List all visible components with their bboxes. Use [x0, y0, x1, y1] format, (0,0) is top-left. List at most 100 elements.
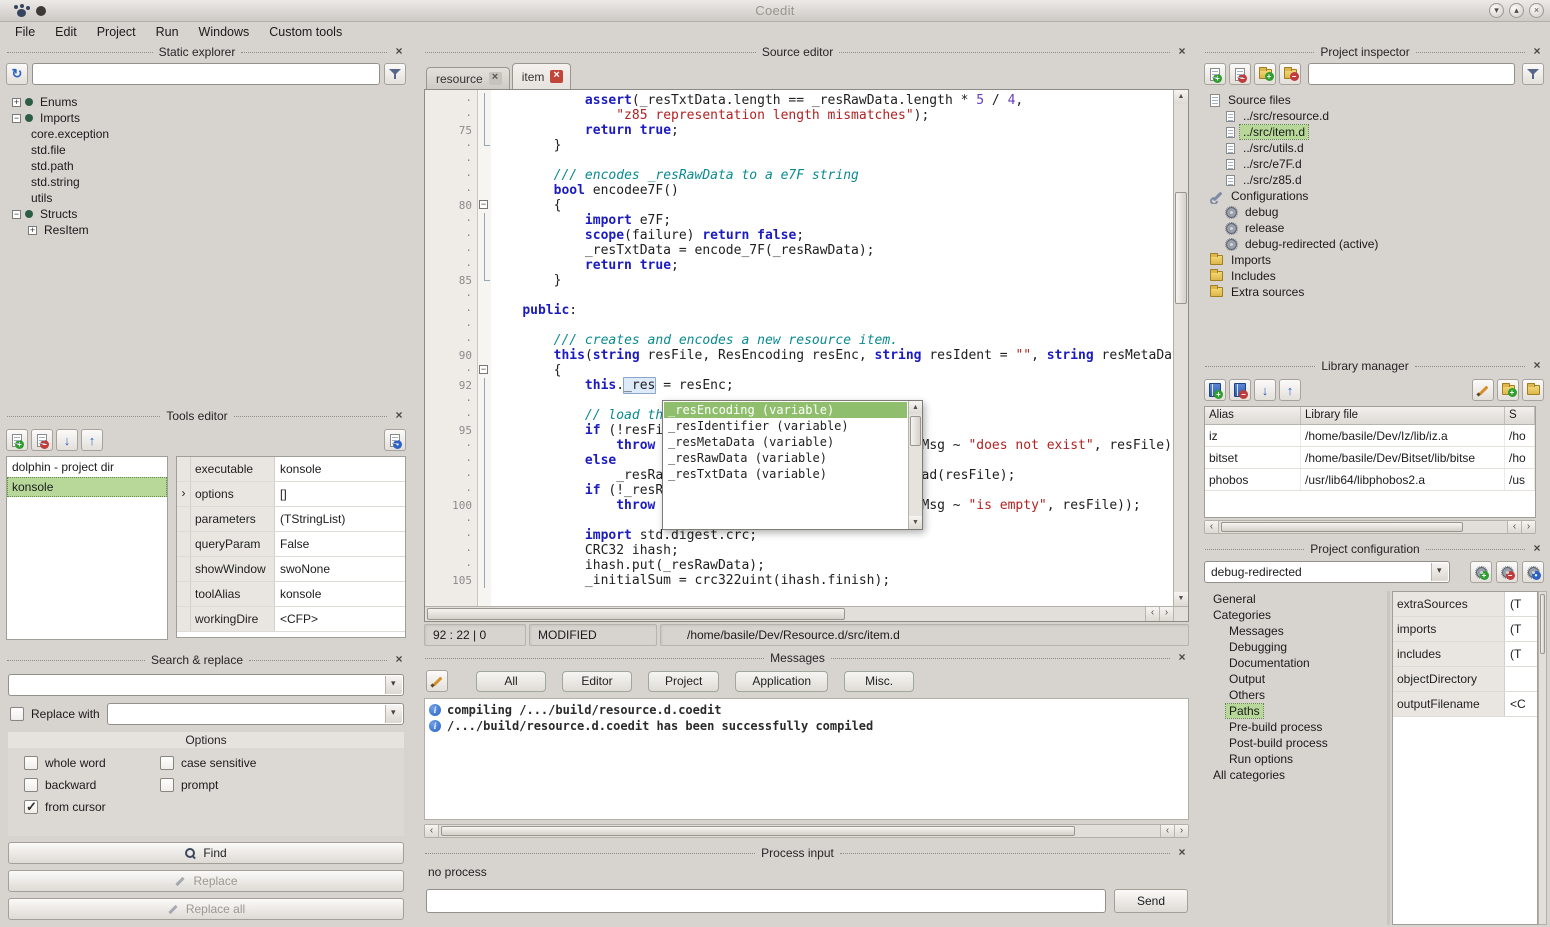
completion-item[interactable]: _resEncoding (variable) — [664, 402, 907, 418]
close-panel-icon[interactable] — [393, 46, 405, 58]
scrollbar-track[interactable] — [439, 825, 1160, 837]
fold-margin[interactable] — [478, 438, 491, 453]
scrollbar-track[interactable] — [1174, 104, 1188, 592]
fold-margin[interactable] — [478, 153, 491, 168]
project-node[interactable]: Extra sources — [1204, 284, 1546, 300]
add-folder-button[interactable] — [1254, 63, 1276, 85]
editor-tab-item[interactable]: item — [512, 63, 572, 89]
code-line[interactable]: · bool encodee7F() — [425, 183, 1173, 198]
fold-margin[interactable] — [478, 468, 491, 483]
add-source-button[interactable] — [1204, 63, 1226, 85]
code-line[interactable]: · _resTxtData = encode_7F(_resRawData); — [425, 243, 1173, 258]
fold-margin[interactable] — [478, 93, 491, 108]
shade-button[interactable]: ▾ — [1489, 3, 1504, 18]
code-line[interactable]: · — [425, 153, 1173, 168]
code-line[interactable]: · return true; — [425, 258, 1173, 273]
move-tool-up-button[interactable] — [81, 429, 103, 451]
property-row[interactable]: outputFilename<C — [1393, 692, 1537, 717]
fold-margin[interactable] — [478, 183, 491, 198]
symbol-search-input[interactable] — [32, 63, 380, 85]
property-value[interactable]: <C — [1505, 692, 1537, 716]
config-category[interactable]: All categories — [1204, 767, 1384, 783]
filter-editor[interactable]: Editor — [562, 671, 632, 692]
code-line[interactable]: · "z85 representation length mismatches"… — [425, 108, 1173, 123]
scroll-left-icon[interactable] — [1145, 607, 1159, 621]
option-backward[interactable]: backward — [24, 778, 152, 792]
code-line[interactable]: · public: — [425, 303, 1173, 318]
property-value[interactable]: (T — [1505, 642, 1537, 666]
close-panel-icon[interactable] — [1531, 543, 1543, 555]
project-node[interactable]: ../src/utils.d — [1204, 140, 1546, 156]
code-line[interactable]: 85 } — [425, 273, 1173, 288]
symbol-node[interactable]: core.exception — [6, 126, 408, 142]
add-library-button[interactable] — [1204, 379, 1226, 401]
process-input-field[interactable] — [426, 889, 1106, 913]
run-tool-button[interactable] — [384, 429, 406, 451]
code-line[interactable]: · assert(_resTxtData.length == _resRawDa… — [425, 93, 1173, 108]
fold-collapse-icon[interactable]: − — [479, 200, 488, 209]
property-row[interactable]: ›options[] — [177, 482, 405, 507]
property-value[interactable]: (T — [1505, 617, 1537, 641]
property-value[interactable]: (TStringList) — [275, 507, 405, 531]
fold-margin[interactable] — [478, 303, 491, 318]
option-whole-word[interactable]: whole word — [24, 756, 152, 770]
dropdown-arrow-icon[interactable] — [385, 676, 402, 694]
fold-margin[interactable]: − — [478, 198, 491, 213]
fold-margin[interactable] — [478, 393, 491, 408]
tab-close-icon[interactable] — [550, 70, 563, 83]
close-panel-icon[interactable] — [1176, 847, 1188, 859]
option-prompt[interactable]: prompt — [160, 778, 388, 792]
checkbox[interactable] — [24, 778, 38, 792]
menu-file[interactable]: File — [6, 23, 44, 41]
fold-margin[interactable] — [478, 573, 491, 588]
message-row[interactable]: /.../build/resource.d.coedit has been su… — [425, 718, 1188, 734]
scrollbar-track[interactable] — [909, 414, 922, 516]
send-button[interactable]: Send — [1114, 889, 1188, 913]
editor-vertical-scrollbar[interactable] — [1173, 90, 1188, 606]
editor-tab-resource[interactable]: resource — [426, 67, 510, 89]
property-row[interactable]: includes(T — [1393, 642, 1537, 667]
checkbox[interactable] — [24, 800, 38, 814]
close-panel-icon[interactable] — [1531, 360, 1543, 372]
fold-margin[interactable] — [478, 123, 491, 138]
property-value[interactable] — [1505, 667, 1537, 691]
symbol-node[interactable]: utils — [6, 190, 408, 206]
dropdown-arrow-icon[interactable] — [385, 705, 402, 723]
code-line[interactable]: 92 this._res = resEnc; — [425, 378, 1173, 393]
filter-all[interactable]: All — [476, 671, 546, 692]
completion-item[interactable]: _resMetaData (variable) — [664, 434, 907, 450]
completion-item[interactable]: _resTxtData (variable) — [664, 466, 907, 482]
property-row[interactable]: toolAliaskonsole — [177, 582, 405, 607]
property-value[interactable]: <CFP> — [275, 607, 405, 631]
remove-tool-button[interactable] — [31, 429, 53, 451]
replace-button[interactable]: Replace — [8, 870, 404, 892]
code-line[interactable]: · scope(failure) return false; — [425, 228, 1173, 243]
project-node[interactable]: Includes — [1204, 268, 1546, 284]
scrollbar-thumb[interactable] — [910, 416, 921, 446]
fold-margin[interactable] — [478, 408, 491, 423]
filter-button[interactable] — [1522, 63, 1544, 85]
config-category[interactable]: Messages — [1204, 623, 1384, 639]
code-line[interactable]: · /// encodes _resRawData to a e7F strin… — [425, 168, 1173, 183]
code-line[interactable]: 90 this(string resFile, ResEncoding resE… — [425, 348, 1173, 363]
tool-item[interactable]: konsole — [7, 477, 167, 497]
fold-margin[interactable] — [478, 333, 491, 348]
fold-collapse-icon[interactable]: − — [479, 365, 488, 374]
filter-misc[interactable]: Misc. — [844, 671, 914, 692]
messages-horizontal-scrollbar[interactable] — [424, 824, 1189, 838]
move-library-up-button[interactable] — [1279, 379, 1301, 401]
filter-project[interactable]: Project — [648, 671, 719, 692]
filter-application[interactable]: Application — [735, 671, 828, 692]
checkbox[interactable] — [160, 778, 174, 792]
scrollbar-thumb[interactable] — [1221, 522, 1463, 532]
option-from-cursor[interactable]: from cursor — [24, 800, 152, 814]
symbol-node[interactable]: −Imports — [6, 110, 408, 126]
close-panel-icon[interactable] — [1176, 46, 1188, 58]
fold-margin[interactable] — [478, 423, 491, 438]
code-line[interactable]: · import e7F; — [425, 213, 1173, 228]
symbol-node[interactable]: std.string — [6, 174, 408, 190]
tool-item[interactable]: dolphin - project dir — [7, 457, 167, 477]
scroll-right-icon[interactable] — [1174, 825, 1188, 837]
fold-margin[interactable] — [478, 543, 491, 558]
property-row[interactable]: executablekonsole — [177, 457, 405, 482]
